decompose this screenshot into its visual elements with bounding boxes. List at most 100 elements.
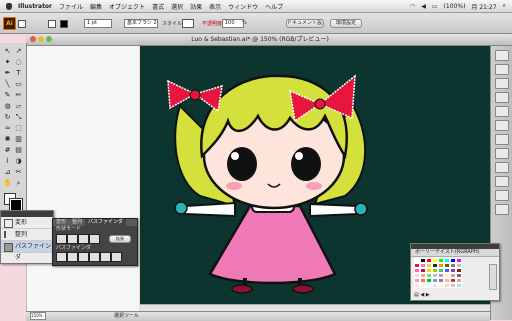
wifi-icon[interactable]: ◠ — [410, 3, 415, 10]
status-tool-name[interactable]: 選択ツール — [114, 312, 139, 319]
fill-color-button[interactable] — [48, 20, 56, 28]
direct-selection-tool-icon[interactable]: ↗ — [14, 47, 23, 56]
menu-edit[interactable]: 編集 — [90, 2, 102, 11]
horizontal-scrollbar[interactable] — [140, 304, 490, 311]
opacity-label[interactable]: 不透明度 — [202, 20, 222, 27]
previous-library-icon[interactable]: ◀ — [420, 292, 424, 298]
eraser-tool-icon[interactable]: ▱ — [14, 102, 23, 111]
dock-icon-12[interactable] — [495, 204, 509, 215]
scale-tool-icon[interactable]: ⤡ — [14, 113, 23, 122]
brush-select[interactable]: 基本ブラシ 2 — [124, 19, 158, 28]
left-hand — [174, 201, 188, 215]
dock-icon-4[interactable] — [495, 92, 509, 103]
divide-icon[interactable] — [56, 252, 67, 262]
menu-object[interactable]: オブジェクト — [109, 2, 145, 11]
menu-help[interactable]: ヘルプ — [265, 2, 283, 11]
menu-type[interactable]: 書式 — [152, 2, 164, 11]
dock-icon-3[interactable] — [495, 78, 509, 89]
align-panel-row[interactable]: 整列 — [1, 229, 53, 241]
dock-icon-5[interactable] — [495, 106, 509, 117]
app-menu[interactable]: Illustrator — [18, 3, 52, 10]
dock-icon-7[interactable] — [495, 134, 509, 145]
expand-button[interactable]: 拡張 — [109, 235, 131, 243]
spotlight-icon[interactable]: ⌕ — [503, 2, 506, 10]
stroke-color-button[interactable] — [60, 20, 68, 28]
battery-icon[interactable]: ▭ — [432, 3, 438, 10]
merge-icon[interactable] — [78, 252, 89, 262]
unite-icon[interactable] — [56, 234, 67, 244]
scissors-icon[interactable]: ✂ — [14, 168, 23, 177]
transform-icon — [4, 219, 13, 228]
zoom-level-field[interactable]: 150% — [30, 312, 46, 320]
hand-tool-icon[interactable]: ✋ — [3, 179, 12, 188]
line-tool-icon[interactable]: ╲ — [3, 80, 12, 89]
minimize-button[interactable] — [38, 36, 44, 42]
dock-icon-11[interactable] — [495, 190, 509, 201]
close-button[interactable] — [30, 36, 36, 42]
pathfinder-panel-row[interactable]: パスファインダ — [1, 241, 53, 261]
free-transform-icon[interactable]: ⬚ — [14, 124, 23, 133]
zoom-tool-icon[interactable]: ⌕ — [14, 179, 23, 188]
style-swatch[interactable] — [182, 19, 194, 28]
pencil-tool-icon[interactable]: ✏ — [14, 91, 23, 100]
minus-front-icon[interactable] — [67, 234, 78, 244]
intersect-icon[interactable] — [78, 234, 89, 244]
transform-panel-row[interactable]: 変形 — [1, 217, 53, 229]
pathfinder-label: パスファインダ — [15, 243, 52, 261]
swatch-47[interactable] — [456, 283, 462, 288]
dock-icon-10[interactable] — [495, 176, 509, 187]
brush-tool-icon[interactable]: ✎ — [3, 91, 12, 100]
next-library-icon[interactable]: ▶ — [426, 292, 430, 298]
dock-icon-6[interactable] — [495, 120, 509, 131]
left-cheek — [226, 182, 242, 190]
mesh-tool-icon[interactable]: # — [3, 146, 12, 155]
right-eye-highlight — [295, 152, 303, 160]
menu-effect[interactable]: 効果 — [190, 2, 202, 11]
warp-tool-icon[interactable]: ≈ — [3, 124, 12, 133]
graph-tool-icon[interactable]: ▥ — [14, 135, 23, 144]
menu-window[interactable]: ウィンドウ — [228, 2, 258, 11]
swatch-scrollbar[interactable] — [489, 264, 497, 290]
minus-back-icon[interactable] — [111, 252, 122, 262]
volume-icon[interactable]: ◀ — [421, 3, 426, 10]
swatch-grid[interactable] — [414, 258, 464, 292]
magic-wand-icon[interactable]: ✦ — [3, 58, 12, 67]
preferences-button[interactable]: 環境設定 — [330, 19, 362, 28]
selection-tool-icon[interactable]: ↖ — [3, 47, 12, 56]
pathfinder-panel: 変形 整列 パスファインダ 形状モード 拡張 パスファインダ — [52, 218, 138, 266]
type-tool-icon[interactable]: T — [14, 69, 23, 78]
dock-icon-1[interactable] — [495, 50, 509, 61]
menu-file[interactable]: ファイル — [59, 2, 83, 11]
menu-view[interactable]: 表示 — [209, 2, 221, 11]
rectangle-tool-icon[interactable]: ▭ — [14, 80, 23, 89]
apple-menu-icon[interactable] — [6, 2, 12, 10]
library-menu-icon[interactable]: ▤ — [414, 292, 419, 298]
pen-tool-icon[interactable]: ✒ — [3, 69, 12, 78]
slice-tool-icon[interactable]: ⊿ — [3, 168, 12, 177]
opacity-field[interactable]: 100 — [222, 19, 244, 28]
eyedropper-icon[interactable]: ⌇ — [3, 157, 12, 166]
dock-icon-9[interactable] — [495, 162, 509, 173]
stroke-weight-field[interactable]: 1 pt — [84, 19, 112, 28]
outline-icon[interactable] — [100, 252, 111, 262]
document-setup-button[interactable]: ドキュメント設定 — [286, 19, 324, 28]
swatch-library-panel: ポーリーテイスト(RGRAPH) ▤ ◀ ▶ — [410, 243, 500, 301]
tab-transform[interactable]: 変形 — [53, 219, 69, 226]
dock-icon-2[interactable] — [495, 64, 509, 75]
symbol-sprayer-icon[interactable]: ✺ — [3, 135, 12, 144]
gradient-tool-icon[interactable]: ▤ — [14, 146, 23, 155]
tab-pathfinder[interactable]: パスファインダ — [85, 219, 127, 226]
fill-swatch[interactable] — [18, 20, 26, 28]
blend-tool-icon[interactable]: ◑ — [14, 157, 23, 166]
blob-brush-icon[interactable]: ◍ — [3, 102, 12, 111]
dock-icon-8[interactable] — [495, 148, 509, 159]
menu-select[interactable]: 選択 — [171, 2, 183, 11]
rotate-tool-icon[interactable]: ↻ — [3, 113, 12, 122]
zoom-button[interactable] — [46, 36, 52, 42]
trim-icon[interactable] — [67, 252, 78, 262]
clock[interactable]: 月 21:27 — [471, 2, 496, 11]
crop-icon[interactable] — [89, 252, 100, 262]
lasso-icon[interactable]: ◌ — [14, 58, 23, 67]
tab-align[interactable]: 整列 — [69, 219, 85, 226]
exclude-icon[interactable] — [89, 234, 100, 244]
